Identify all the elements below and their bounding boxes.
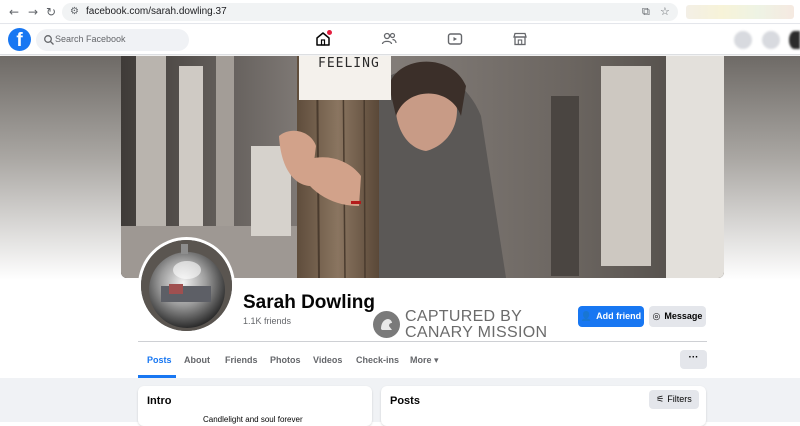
tab-videos[interactable]: Videos bbox=[313, 355, 342, 365]
menu-icon[interactable] bbox=[734, 31, 752, 49]
intro-bio: Candlelight and soul forever bbox=[203, 415, 303, 424]
tab-more[interactable]: More ▾ bbox=[410, 355, 439, 366]
site-info-icon[interactable]: ⚙ bbox=[70, 6, 79, 17]
tab-check-ins[interactable]: Check-ins bbox=[356, 355, 399, 365]
profile-divider bbox=[138, 341, 707, 342]
add-friend-label: Add friend bbox=[596, 311, 642, 321]
filters-label: Filters bbox=[667, 394, 692, 404]
message-label: Message bbox=[664, 311, 703, 321]
intro-card: Intro Candlelight and soul forever bbox=[138, 386, 372, 426]
marketplace-icon[interactable] bbox=[511, 30, 529, 48]
reload-icon[interactable]: ↻ bbox=[43, 4, 59, 20]
install-app-icon[interactable]: ⧉ bbox=[642, 5, 650, 19]
search-icon bbox=[44, 35, 54, 45]
tab-photos[interactable]: Photos bbox=[270, 355, 301, 365]
more-options-button[interactable]: ··· bbox=[680, 350, 707, 369]
tab-posts[interactable]: Posts bbox=[147, 355, 172, 365]
url-text: facebook.com/sarah.dowling.37 bbox=[86, 6, 227, 17]
canary-logo-icon bbox=[373, 311, 400, 338]
search-placeholder: Search Facebook bbox=[55, 34, 126, 44]
tab-about[interactable]: About bbox=[184, 355, 210, 365]
back-icon[interactable]: ← bbox=[6, 4, 22, 20]
watermark-line-2: CANARY MISSION bbox=[405, 324, 548, 341]
messenger-icon[interactable] bbox=[762, 31, 780, 49]
chevron-down-icon: ▾ bbox=[434, 356, 439, 366]
profile-name: Sarah Dowling bbox=[243, 292, 375, 313]
facebook-logo[interactable]: f bbox=[8, 28, 31, 51]
posts-card: Posts ⚟ Filters bbox=[381, 386, 706, 426]
facebook-header: f Search Facebook bbox=[0, 25, 800, 55]
account-avatar[interactable] bbox=[789, 31, 800, 49]
forward-icon[interactable]: → bbox=[25, 4, 41, 20]
tab-more-label: More bbox=[410, 355, 432, 365]
add-friend-button[interactable]: 👤 Add friend bbox=[578, 306, 644, 327]
search-input[interactable]: Search Facebook bbox=[36, 29, 189, 51]
tab-friends[interactable]: Friends bbox=[225, 355, 258, 365]
add-friend-icon: 👤 bbox=[580, 312, 593, 322]
address-bar[interactable]: ⚙ facebook.com/sarah.dowling.37 ⧉ ☆ bbox=[62, 3, 678, 21]
video-icon[interactable] bbox=[446, 30, 464, 48]
extension-icons[interactable] bbox=[686, 5, 794, 19]
posts-title: Posts bbox=[390, 395, 420, 407]
message-button[interactable]: ◎ Message bbox=[649, 306, 706, 327]
filters-icon: ⚟ bbox=[656, 395, 665, 405]
messenger-icon: ◎ bbox=[652, 312, 661, 322]
bookmark-star-icon[interactable]: ☆ bbox=[660, 5, 670, 18]
cover-sign-text: FEELING bbox=[318, 56, 380, 71]
filters-button[interactable]: ⚟ Filters bbox=[649, 390, 699, 409]
intro-title: Intro bbox=[147, 395, 172, 407]
browser-toolbar: ← → ↻ ⚙ facebook.com/sarah.dowling.37 ⧉ … bbox=[0, 0, 800, 24]
friends-icon[interactable] bbox=[380, 30, 398, 48]
profile-avatar[interactable] bbox=[138, 237, 235, 334]
friends-count[interactable]: 1.1K friends bbox=[243, 316, 291, 326]
notification-dot bbox=[327, 30, 332, 35]
